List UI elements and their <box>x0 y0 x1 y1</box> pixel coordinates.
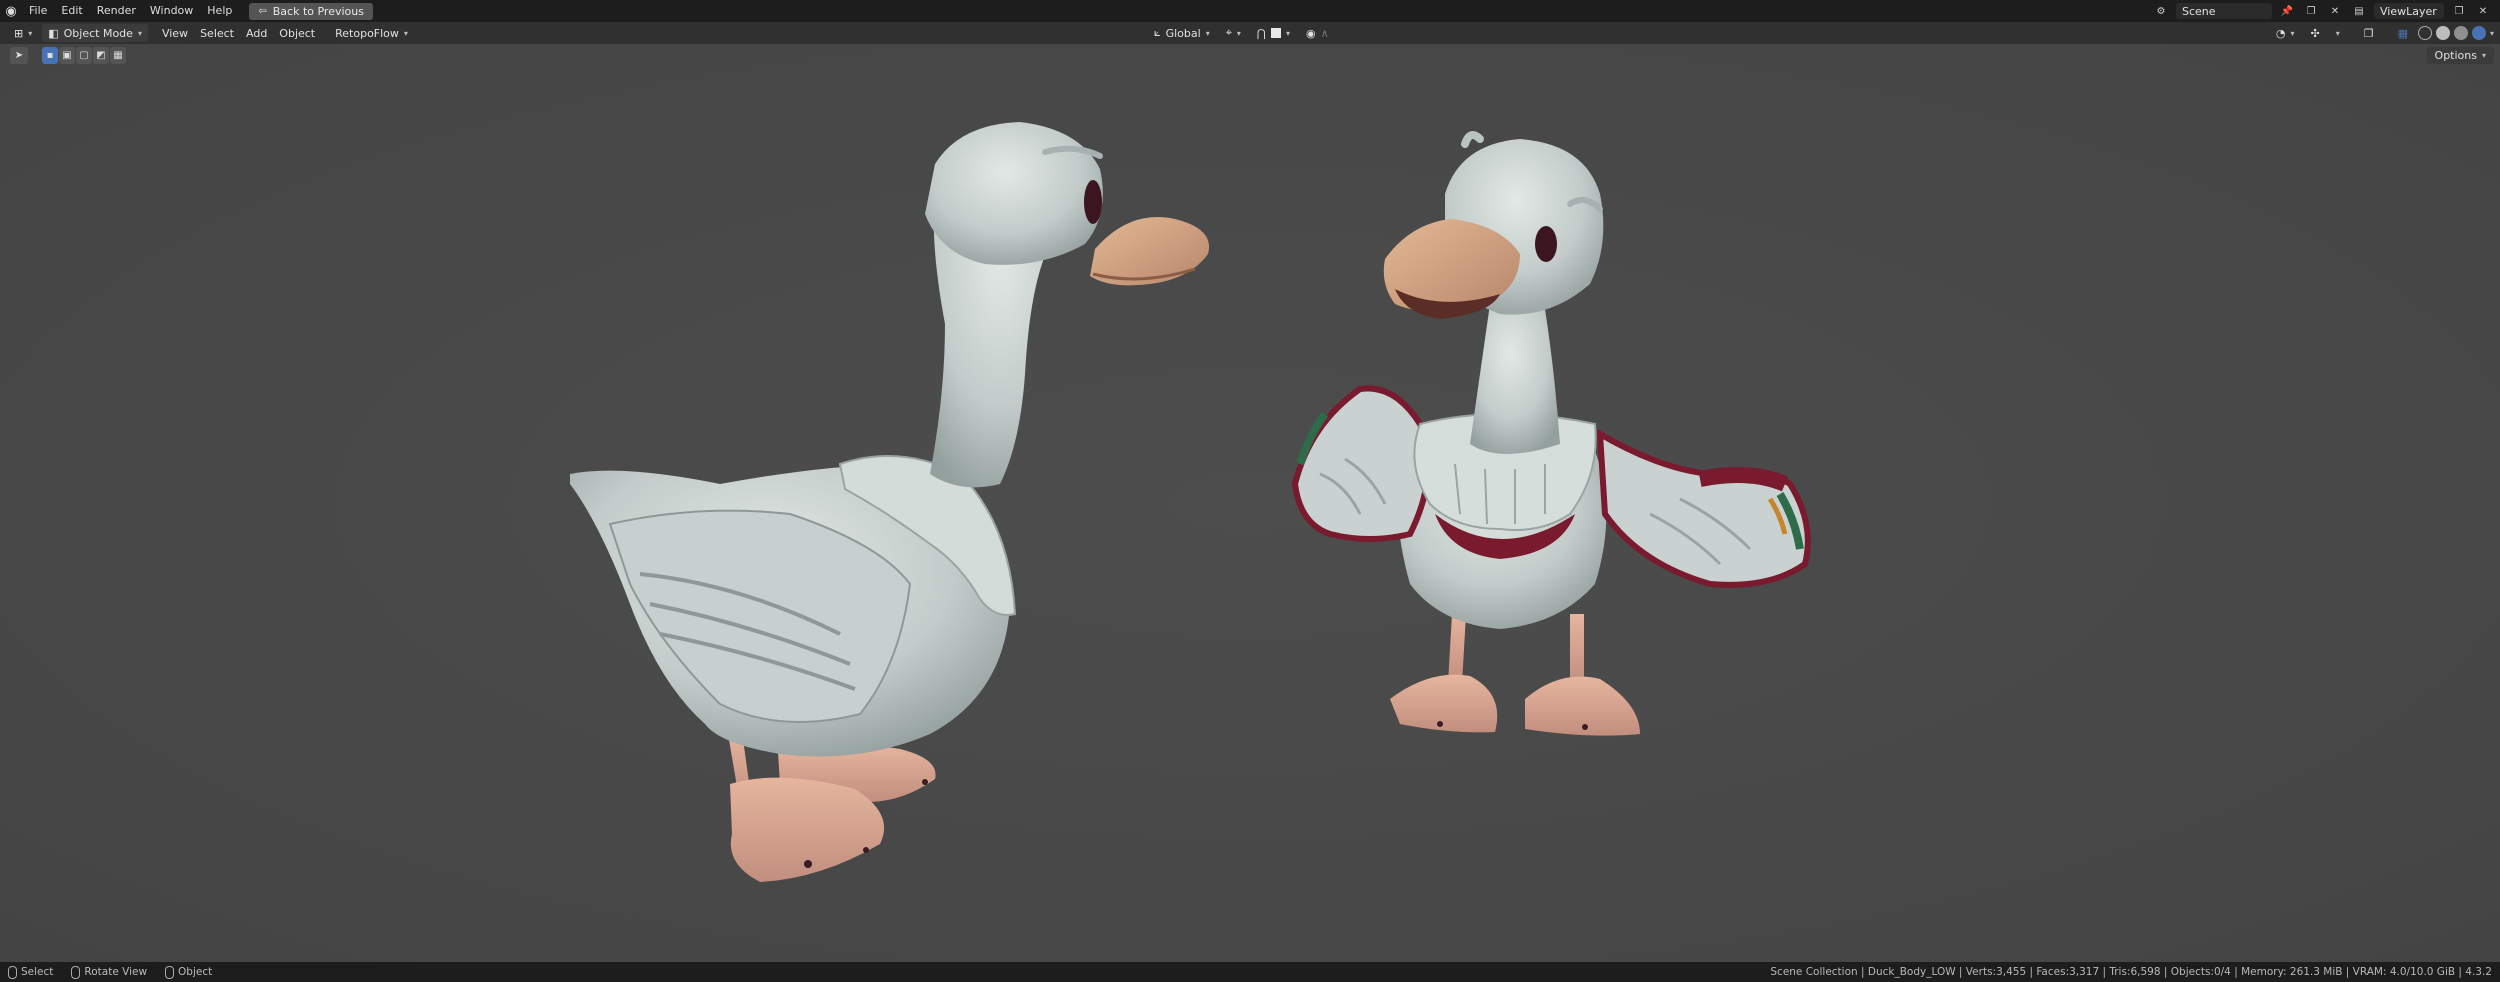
new-scene-icon[interactable]: ❐ <box>2302 3 2320 19</box>
editor-type-button[interactable]: ⊞ ▾ <box>8 24 38 42</box>
chevron-down-icon: ▾ <box>2290 28 2295 38</box>
top-menu-bar: ◉ File Edit Render Window Help ⇦ Back to… <box>0 0 2500 22</box>
retopoflow-label: RetopoFlow <box>335 26 399 40</box>
mode-label: Object Mode <box>63 26 133 40</box>
view-layer-icon[interactable]: ▤ <box>2350 3 2368 19</box>
gizmo-toggle[interactable]: ✣ <box>2304 24 2325 42</box>
duck-models[interactable] <box>0 44 2500 962</box>
object-mode-icon: ◧ <box>48 26 59 40</box>
tool-settings-row: ➤ ▪ ▣ ▢ ◩ ▦ Options ▾ <box>0 44 2500 66</box>
chevron-down-icon[interactable]: ▾ <box>2490 29 2494 38</box>
select-invert-icon[interactable]: ◩ <box>93 46 109 64</box>
material-shading-icon[interactable] <box>2453 26 2468 40</box>
xray-icon: ❐ <box>2363 26 2374 40</box>
chevron-down-icon: ▾ <box>137 28 142 38</box>
menu-edit[interactable]: Edit <box>54 0 89 22</box>
hint-select: Select <box>8 965 54 979</box>
back-to-previous-button[interactable]: ⇦ Back to Previous <box>249 2 373 20</box>
duck-left-model[interactable] <box>570 122 1210 882</box>
selection-mode-group: ▪ ▣ ▢ ◩ ▦ <box>42 46 126 64</box>
transform-tools: ⟀ Global ▾ ⌖ ▾ ⋂ ▾ ◉ ∧ <box>1148 24 1335 42</box>
options-dropdown[interactable]: Options ▾ <box>2426 47 2494 64</box>
select-subtract-icon[interactable]: ▢ <box>76 46 92 64</box>
mouse-left-icon <box>8 965 17 979</box>
3d-viewport[interactable] <box>0 44 2500 962</box>
hint-object-label: Object <box>178 966 213 978</box>
menu-help[interactable]: Help <box>200 0 239 22</box>
hint-rotate-label: Rotate View <box>84 966 148 978</box>
hint-object: Object <box>165 965 213 979</box>
menu-file[interactable]: File <box>22 0 54 22</box>
chevron-down-icon: ▾ <box>1205 28 1210 38</box>
duck-right-model[interactable] <box>1291 131 1811 736</box>
delete-layer-icon[interactable]: ✕ <box>2474 3 2492 19</box>
blender-logo-icon[interactable]: ◉ <box>0 0 22 22</box>
hint-rotate: Rotate View <box>71 965 148 979</box>
falloff-icon: ∧ <box>1320 26 1329 40</box>
chevron-down-icon: ▾ <box>28 28 33 38</box>
pivot-icon: ⌖ <box>1225 26 1232 39</box>
back-label: Back to Previous <box>272 4 364 18</box>
pivot-dropdown[interactable]: ⌖ ▾ <box>1220 24 1247 42</box>
pin-icon[interactable]: 📌 <box>2278 3 2296 19</box>
menu-object[interactable]: Object <box>273 24 321 42</box>
select-tool-icon[interactable]: ➤ <box>10 46 28 64</box>
delete-scene-icon[interactable]: ✕ <box>2326 3 2344 19</box>
viewport-header: ⊞ ▾ ◧ Object Mode ▾ View Select Add Objec… <box>0 22 2500 44</box>
snap-target-icon <box>1270 28 1281 38</box>
back-icon: ⇦ <box>258 5 267 17</box>
rendered-shading-icon[interactable] <box>2471 26 2486 40</box>
orientation-icon: ⟀ <box>1154 26 1161 39</box>
top-right-area: ⚙ Scene 📌 ❐ ✕ ▤ ViewLayer ❐ ✕ <box>2152 0 2500 22</box>
mouse-right-icon <box>165 965 175 979</box>
chevron-down-icon: ▾ <box>2481 51 2486 60</box>
chevron-down-icon: ▾ <box>1236 28 1241 38</box>
visibility-dropdown[interactable]: ◔ ▾ <box>2270 24 2301 42</box>
gizmo-icon: ✣ <box>2310 26 2320 40</box>
hint-select-label: Select <box>21 966 54 978</box>
view-layer-name: ViewLayer <box>2380 4 2437 18</box>
proportional-icon: ◉ <box>1305 26 1316 40</box>
menu-retopoflow[interactable]: RetopoFlow ▾ <box>329 24 414 42</box>
solid-shading-icon[interactable] <box>2435 26 2450 40</box>
orientation-dropdown[interactable]: ⟀ Global ▾ <box>1148 24 1216 42</box>
select-intersect-icon[interactable]: ▦ <box>110 46 126 64</box>
select-extend-icon[interactable]: ▣ <box>59 46 75 64</box>
chevron-down-icon: ▾ <box>2335 28 2340 38</box>
new-layer-icon[interactable]: ❐ <box>2450 3 2468 19</box>
chevron-down-icon: ▾ <box>403 28 408 38</box>
status-bar: Select Rotate View Object Scene Collecti… <box>0 962 2500 982</box>
magnet-icon: ⋂ <box>1256 26 1266 40</box>
menu-select[interactable]: Select <box>194 24 240 42</box>
chevron-down-icon: ▾ <box>1285 28 1290 38</box>
collection-icon-btn[interactable]: ▦ <box>2392 24 2414 42</box>
scene-field[interactable]: Scene <box>2176 3 2272 19</box>
editor-type-icon: ⊞ <box>14 26 24 40</box>
overlay-dropdown[interactable]: ▾ <box>2330 24 2346 42</box>
wireframe-shading-icon[interactable] <box>2417 26 2432 40</box>
scene-icon[interactable]: ⚙ <box>2152 3 2170 19</box>
select-new-icon[interactable]: ▪ <box>42 46 58 64</box>
menu-view[interactable]: View <box>156 24 194 42</box>
view-layer-field[interactable]: ViewLayer <box>2374 3 2444 19</box>
mouse-middle-icon <box>71 965 81 979</box>
mode-dropdown[interactable]: ◧ Object Mode ▾ <box>42 24 148 42</box>
xray-toggle[interactable]: ❐ <box>2358 24 2380 42</box>
eye-icon: ◔ <box>2275 26 2286 40</box>
menu-add[interactable]: Add <box>240 24 273 42</box>
snap-toggle[interactable]: ⋂ ▾ <box>1251 24 1296 42</box>
orientation-label: Global <box>1165 26 1201 40</box>
scene-name: Scene <box>2182 4 2216 18</box>
viewport-display-tools: ◔ ▾ ✣ ▾ ❐ ▦ ▾ <box>2270 24 2494 42</box>
scene-statistics: Scene Collection | Duck_Body_LOW | Verts… <box>1770 966 2492 978</box>
options-label: Options <box>2434 49 2477 62</box>
menu-window[interactable]: Window <box>143 0 200 22</box>
collection-icon: ▦ <box>2397 26 2408 40</box>
menu-render[interactable]: Render <box>90 0 143 22</box>
proportional-edit-toggle[interactable]: ◉ ∧ <box>1300 24 1335 42</box>
